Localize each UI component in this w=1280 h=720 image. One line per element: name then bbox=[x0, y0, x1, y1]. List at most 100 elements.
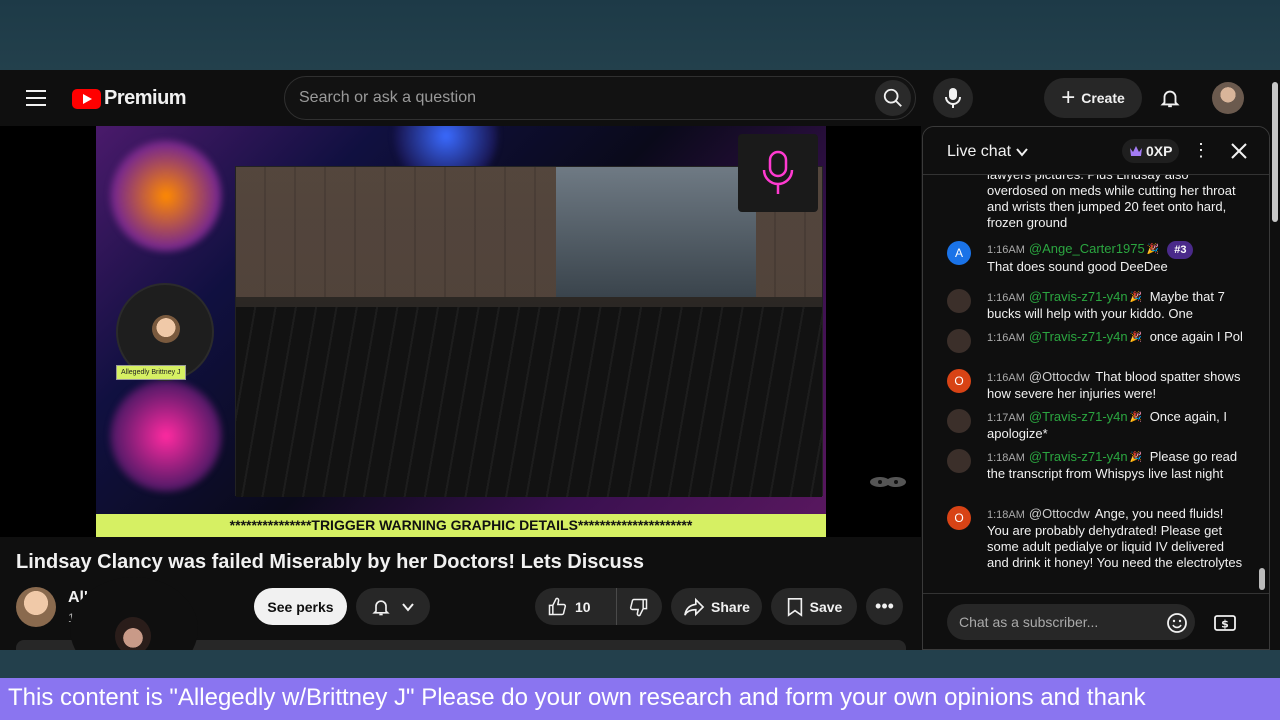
save-button[interactable]: Save bbox=[771, 588, 857, 625]
member-badge-icon: 🎉 bbox=[1129, 291, 1143, 303]
ticker-banner: This content is "Allegedly w/Brittney J"… bbox=[0, 678, 1280, 720]
svg-text:$: $ bbox=[1221, 618, 1229, 631]
fire-swirl-art bbox=[106, 136, 226, 256]
see-perks-button[interactable]: See perks bbox=[254, 588, 347, 625]
chat-messages: lawyers pictures. Plus Lindsay also over… bbox=[923, 175, 1269, 593]
more-horizontal-icon: ••• bbox=[875, 596, 894, 616]
message-author[interactable]: @Ange_Carter1975 bbox=[1029, 241, 1145, 256]
channel-avatar[interactable] bbox=[16, 587, 56, 627]
save-label: Save bbox=[809, 598, 843, 615]
emoji-icon[interactable] bbox=[1166, 612, 1188, 634]
message-author[interactable]: @Travis-z71-y4n bbox=[1029, 409, 1128, 424]
share-icon bbox=[684, 597, 705, 616]
play-logo-icon bbox=[72, 88, 101, 109]
bell-icon bbox=[372, 599, 390, 615]
search-input[interactable] bbox=[299, 87, 859, 109]
message-time: 1:17AM bbox=[987, 412, 1025, 424]
chat-message: 1:16AM @Travis-z71-y4n 🎉 Maybe that 7 buck… bbox=[947, 289, 1247, 322]
chat-scrollbar-thumb[interactable] bbox=[1259, 568, 1265, 590]
user-avatar[interactable] bbox=[947, 289, 971, 313]
page-scrollbar-thumb[interactable] bbox=[1272, 82, 1278, 222]
more-vertical-icon[interactable]: ⋮ bbox=[1191, 140, 1211, 162]
bottom-background-band bbox=[0, 650, 1280, 678]
member-badge-icon: 🎉 bbox=[1129, 411, 1143, 423]
top-background-band bbox=[0, 0, 1280, 70]
chevron-down-icon bbox=[1016, 148, 1028, 157]
message-text: Ange, you need fluids! You are probably … bbox=[987, 506, 1243, 570]
chat-input[interactable] bbox=[947, 604, 1195, 640]
share-label: Share bbox=[711, 598, 750, 615]
chat-message: 1:17AM @Travis-z71-y4n 🎉 Once again, I apo… bbox=[947, 409, 1247, 442]
message-text: That does sound good DeeDee bbox=[987, 259, 1168, 274]
trigger-warning-banner: ***************TRIGGER WARNING GRAPHIC D… bbox=[96, 514, 826, 537]
menu-icon[interactable] bbox=[26, 90, 46, 106]
message-time: 1:18AM bbox=[987, 509, 1025, 521]
message-time: 1:16AM bbox=[987, 292, 1025, 304]
message-time: 1:18AM bbox=[987, 452, 1025, 464]
user-avatar[interactable]: A bbox=[947, 241, 971, 265]
search-icon bbox=[883, 88, 902, 107]
message-author[interactable]: @Travis-z71-y4n bbox=[1029, 329, 1128, 344]
more-actions-button[interactable]: ••• bbox=[866, 588, 903, 625]
member-badge-icon: 🎉 bbox=[1146, 243, 1160, 255]
message-author[interactable]: @Ottocdw bbox=[1029, 369, 1090, 384]
chat-message: 1:18AM @Travis-z71-y4n 🎉 Please go read th… bbox=[947, 449, 1247, 482]
like-dislike-group: 10 bbox=[535, 588, 662, 625]
super-chat-icon[interactable]: $ bbox=[1213, 612, 1237, 634]
message-time: 1:16AM bbox=[987, 332, 1025, 344]
user-avatar[interactable]: O bbox=[947, 506, 971, 530]
thumbs-up-icon bbox=[548, 597, 567, 615]
xp-badge[interactable]: 0XP bbox=[1122, 139, 1180, 163]
like-count: 10 bbox=[575, 598, 591, 615]
user-avatar[interactable] bbox=[947, 449, 971, 473]
youtube-logo[interactable]: Premium bbox=[72, 87, 187, 110]
voice-search-button[interactable] bbox=[933, 78, 973, 118]
plus-icon: + bbox=[1061, 84, 1076, 111]
chat-message: A 1:16AM @Ange_Carter1975 🎉 #3 That does so… bbox=[947, 241, 1247, 275]
chat-message: O 1:18AM @Ottocdw Ange, you need fluids! … bbox=[947, 506, 1247, 571]
video-title: Lindsay Clancy was failed Miserably by h… bbox=[16, 551, 644, 573]
account-avatar[interactable] bbox=[1212, 82, 1244, 114]
message-time: 1:16AM bbox=[987, 372, 1025, 384]
search-button[interactable] bbox=[875, 80, 911, 116]
chat-message: 1:16AM @Travis-z71-y4n 🎉 once again I Pol bbox=[947, 329, 1247, 353]
message-text: lawyers pictures. Plus Lindsay also over… bbox=[987, 175, 1236, 230]
lips-glow-art bbox=[106, 376, 226, 496]
logo-text: Premium bbox=[104, 87, 187, 109]
user-avatar[interactable] bbox=[947, 409, 971, 433]
xp-value: 0XP bbox=[1146, 143, 1173, 159]
notification-settings-button[interactable] bbox=[356, 588, 430, 625]
message-time: 1:16AM bbox=[987, 244, 1025, 256]
user-avatar[interactable]: O bbox=[947, 369, 971, 393]
like-button[interactable]: 10 bbox=[535, 588, 617, 625]
ticker-text: This content is "Allegedly w/Brittney J"… bbox=[8, 684, 1146, 711]
member-badge-icon: 🎉 bbox=[1129, 331, 1143, 343]
message-author[interactable]: @Ottocdw bbox=[1029, 506, 1090, 521]
user-avatar[interactable] bbox=[947, 329, 971, 353]
chat-header: Live chat 0XP ⋮ bbox=[923, 127, 1269, 175]
bookmark-icon bbox=[787, 597, 802, 617]
close-icon[interactable] bbox=[1228, 140, 1250, 162]
rank-badge: #3 bbox=[1167, 241, 1194, 259]
dislike-button[interactable] bbox=[617, 597, 661, 617]
thumbs-down-icon bbox=[629, 598, 648, 616]
neon-mic-icon bbox=[762, 150, 794, 194]
top-bar: Premium + Create bbox=[0, 70, 1270, 126]
message-author[interactable]: @Travis-z71-y4n bbox=[1029, 289, 1128, 304]
chat-mode-dropdown[interactable]: Live chat bbox=[947, 143, 1029, 161]
chat-title: Live chat bbox=[947, 143, 1012, 160]
cctv-footage bbox=[235, 166, 823, 497]
podcast-mic-logo bbox=[738, 134, 818, 212]
chat-message: O 1:16AM @Ottocdw That blood spatter show… bbox=[947, 369, 1247, 402]
crown-icon bbox=[1130, 146, 1142, 156]
host-face bbox=[152, 315, 180, 343]
chat-input-area: $ bbox=[923, 593, 1269, 649]
share-button[interactable]: Share bbox=[671, 588, 762, 625]
create-label: Create bbox=[1081, 90, 1125, 106]
create-button[interactable]: + Create bbox=[1044, 78, 1142, 118]
video-player[interactable]: Allegedly Brittney J ***************TRIG… bbox=[0, 126, 921, 537]
chat-message: lawyers pictures. Plus Lindsay also over… bbox=[947, 175, 1247, 231]
notifications-button[interactable] bbox=[1150, 78, 1190, 118]
host-name-tag: Allegedly Brittney J bbox=[116, 365, 186, 380]
message-author[interactable]: @Travis-z71-y4n bbox=[1029, 449, 1128, 464]
